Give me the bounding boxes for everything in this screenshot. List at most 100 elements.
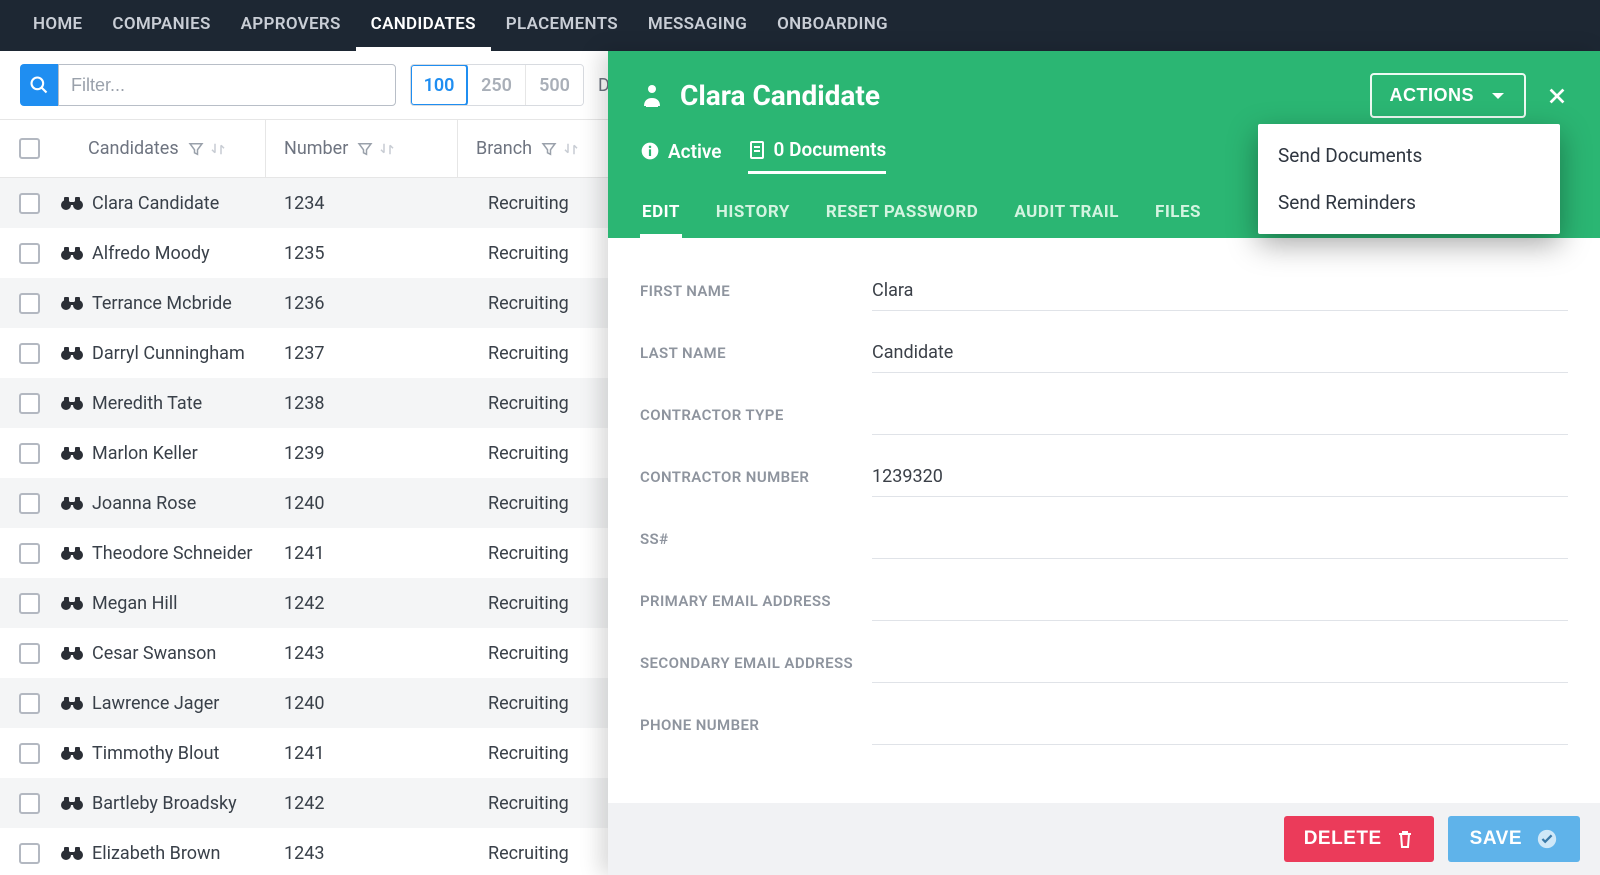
page-size-500[interactable]: 500	[525, 65, 583, 105]
form-value-input[interactable]: Candidate	[872, 333, 1568, 373]
form-row: SS#	[640, 508, 1568, 570]
search-button[interactable]	[20, 64, 58, 106]
header-checkbox-cell	[0, 138, 58, 159]
form-value-input[interactable]	[872, 643, 1568, 683]
row-checkbox[interactable]	[19, 393, 40, 414]
check-circle-icon	[1536, 828, 1558, 850]
binoculars-icon[interactable]	[60, 445, 82, 461]
panel-tab-files[interactable]: FILES	[1153, 190, 1203, 238]
row-name: Bartleby Broadsky	[92, 793, 237, 814]
form-label: PHONE NUMBER	[640, 716, 872, 734]
panel-tab-reset-password[interactable]: RESET PASSWORD	[824, 190, 980, 238]
form-row: CONTRACTOR TYPE	[640, 384, 1568, 446]
row-name: Clara Candidate	[92, 193, 219, 214]
nav-item-candidates[interactable]: CANDIDATES	[356, 0, 491, 51]
row-checkbox[interactable]	[19, 643, 40, 664]
panel-tab-history[interactable]: HISTORY	[714, 190, 792, 238]
nav-item-companies[interactable]: COMPANIES	[97, 0, 225, 51]
nav-item-messaging[interactable]: MESSAGING	[633, 0, 762, 51]
form-row: FIRST NAMEClara	[640, 260, 1568, 322]
binoculars-icon[interactable]	[60, 645, 82, 661]
form-value-input[interactable]	[872, 519, 1568, 559]
row-number-cell: 1242	[266, 593, 458, 614]
close-button[interactable]	[1546, 85, 1568, 107]
row-number-cell: 1242	[266, 793, 458, 814]
form-label: SECONDARY EMAIL ADDRESS	[640, 654, 872, 672]
row-number-cell: 1241	[266, 743, 458, 764]
form-value-input[interactable]	[872, 705, 1568, 745]
form-label: SS#	[640, 530, 872, 548]
status-active[interactable]: Active	[640, 138, 722, 174]
row-checkbox[interactable]	[19, 693, 40, 714]
nav-item-onboarding[interactable]: ONBOARDING	[762, 0, 903, 51]
page-size-100[interactable]: 100	[410, 64, 468, 106]
form-value-input[interactable]	[872, 395, 1568, 435]
row-number-cell: 1240	[266, 493, 458, 514]
sort-icon	[562, 140, 580, 158]
binoculars-icon[interactable]	[60, 345, 82, 361]
row-checkbox-cell	[0, 543, 58, 564]
row-name-cell: Marlon Keller	[58, 443, 266, 464]
form-value-input[interactable]	[872, 581, 1568, 621]
documents-link[interactable]: 0 Documents	[748, 138, 887, 174]
form-value-input[interactable]: Clara	[872, 271, 1568, 311]
binoculars-icon[interactable]	[60, 745, 82, 761]
row-checkbox[interactable]	[19, 543, 40, 564]
save-button[interactable]: SAVE	[1448, 816, 1580, 862]
row-name: Alfredo Moody	[92, 243, 210, 264]
form-row: LAST NAMECandidate	[640, 322, 1568, 384]
row-checkbox[interactable]	[19, 793, 40, 814]
row-checkbox-cell	[0, 243, 58, 264]
filter-input[interactable]	[58, 64, 396, 106]
binoculars-icon[interactable]	[60, 595, 82, 611]
row-checkbox[interactable]	[19, 293, 40, 314]
form-label: PRIMARY EMAIL ADDRESS	[640, 592, 872, 610]
row-checkbox[interactable]	[19, 343, 40, 364]
row-checkbox[interactable]	[19, 193, 40, 214]
binoculars-icon[interactable]	[60, 395, 82, 411]
row-number-cell: 1238	[266, 393, 458, 414]
column-candidates-label: Candidates	[88, 138, 179, 159]
document-icon	[748, 140, 766, 160]
binoculars-icon[interactable]	[60, 245, 82, 261]
dropdown-item-send-documents[interactable]: Send Documents	[1258, 132, 1560, 179]
row-name: Timmothy Blout	[92, 743, 219, 764]
column-number[interactable]: Number	[266, 120, 458, 177]
binoculars-icon[interactable]	[60, 845, 82, 861]
actions-button[interactable]: ACTIONS	[1370, 73, 1527, 118]
binoculars-icon[interactable]	[60, 545, 82, 561]
form-value-input[interactable]: 1239320	[872, 457, 1568, 497]
binoculars-icon[interactable]	[60, 295, 82, 311]
row-checkbox[interactable]	[19, 493, 40, 514]
row-name: Meredith Tate	[92, 393, 202, 414]
nav-item-approvers[interactable]: APPROVERS	[226, 0, 356, 51]
binoculars-icon[interactable]	[60, 795, 82, 811]
search-icon	[29, 75, 49, 95]
row-checkbox[interactable]	[19, 843, 40, 864]
panel-footer: DELETE SAVE	[608, 803, 1600, 875]
row-name: Darryl Cunningham	[92, 343, 245, 364]
nav-item-home[interactable]: HOME	[18, 0, 97, 51]
binoculars-icon[interactable]	[60, 195, 82, 211]
row-name: Joanna Rose	[92, 493, 196, 514]
select-all-checkbox[interactable]	[19, 138, 40, 159]
search-wrap	[20, 64, 396, 106]
row-checkbox[interactable]	[19, 243, 40, 264]
delete-button[interactable]: DELETE	[1284, 816, 1434, 862]
form-row: PRIMARY EMAIL ADDRESS	[640, 570, 1568, 632]
dropdown-item-send-reminders[interactable]: Send Reminders	[1258, 179, 1560, 226]
binoculars-icon[interactable]	[60, 695, 82, 711]
panel-tab-edit[interactable]: EDIT	[640, 190, 682, 238]
row-number-cell: 1243	[266, 643, 458, 664]
nav-item-placements[interactable]: PLACEMENTS	[491, 0, 633, 51]
page-size-250[interactable]: 250	[467, 65, 525, 105]
panel-tab-audit-trail[interactable]: AUDIT TRAIL	[1012, 190, 1121, 238]
row-checkbox[interactable]	[19, 593, 40, 614]
form-row: CONTRACTOR NUMBER1239320	[640, 446, 1568, 508]
row-checkbox[interactable]	[19, 743, 40, 764]
form-label: LAST NAME	[640, 344, 872, 362]
binoculars-icon[interactable]	[60, 495, 82, 511]
row-checkbox[interactable]	[19, 443, 40, 464]
column-candidates[interactable]: Candidates	[58, 120, 266, 177]
row-checkbox-cell	[0, 843, 58, 864]
